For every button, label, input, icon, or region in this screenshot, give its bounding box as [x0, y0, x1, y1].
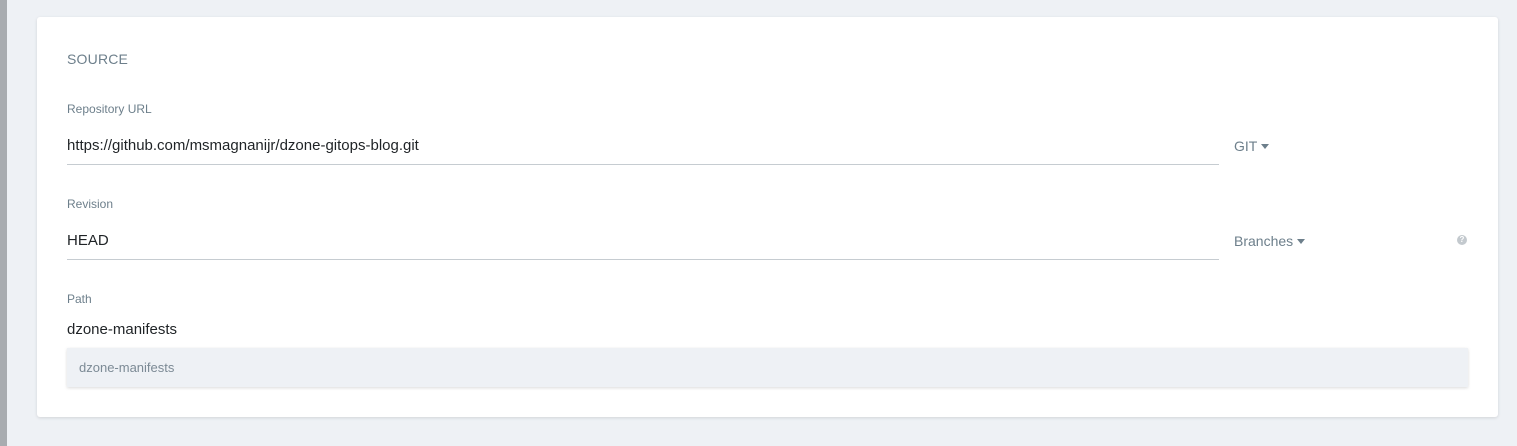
revision-value: HEAD — [67, 232, 109, 249]
repository-url-label: Repository URL — [67, 102, 152, 116]
revision-input[interactable]: HEAD — [67, 222, 1219, 260]
caret-down-icon — [1297, 239, 1306, 244]
path-value: dzone-manifests — [67, 320, 178, 338]
question-circle-icon[interactable]: ? — [1457, 235, 1467, 245]
repo-type-label: GIT — [1234, 138, 1258, 154]
autocomplete-option[interactable]: dzone-manifests — [79, 348, 174, 387]
revision-type-dropdown[interactable]: Branches — [1234, 233, 1306, 249]
repo-type-dropdown[interactable]: GIT — [1234, 138, 1270, 154]
path-autocomplete-menu: dzone-manifests — [67, 348, 1468, 387]
revision-type-label: Branches — [1234, 233, 1294, 249]
path-label: Path — [67, 292, 92, 306]
section-title: SOURCE — [67, 51, 129, 67]
repository-url-input[interactable]: https://github.com/msmagnanijr/dzone-git… — [67, 127, 1219, 165]
path-input[interactable]: dzone-manifests — [67, 310, 1219, 348]
caret-down-icon — [1261, 144, 1270, 149]
repository-url-value: https://github.com/msmagnanijr/dzone-git… — [67, 137, 419, 154]
revision-label: Revision — [67, 197, 114, 211]
source-card: SOURCE Repository URL https://github.com… — [37, 17, 1498, 417]
left-sidebar-edge — [0, 0, 7, 446]
